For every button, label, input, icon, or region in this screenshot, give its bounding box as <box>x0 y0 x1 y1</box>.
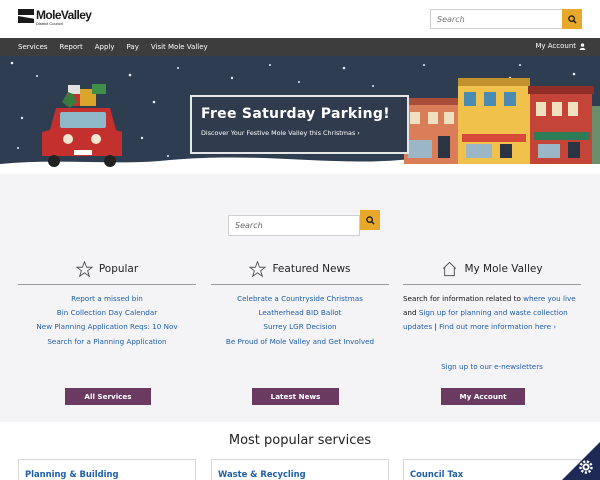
house-icon <box>443 261 457 277</box>
news-link[interactable]: Celebrate a Countryside Christmas <box>211 292 389 306</box>
header-search <box>430 9 582 29</box>
featured-news-title: Featured News <box>272 263 351 275</box>
nav-pay[interactable]: Pay <box>127 43 139 51</box>
news-link[interactable]: Leatherhead BID Ballot <box>211 306 389 320</box>
popular-title: Popular <box>98 263 139 275</box>
service-card-planning[interactable]: Planning & Building <box>18 459 196 480</box>
logo-name: MoleValley <box>36 8 92 22</box>
header-search-button[interactable] <box>562 9 582 29</box>
nav-apply[interactable]: Apply <box>95 43 115 51</box>
newsletter-signup-link[interactable]: Sign up to our e-newsletters <box>403 362 581 371</box>
star-icon <box>249 261 267 277</box>
my-mole-valley-section: My Mole Valley Search for information re… <box>403 258 581 335</box>
info-text: and <box>403 308 419 318</box>
nav-report[interactable]: Report <box>60 43 83 51</box>
most-popular-title: Most popular services <box>228 433 372 448</box>
popular-link[interactable]: Bin Collection Day Calendar <box>18 306 196 320</box>
featured-news-heading: Featured News <box>211 258 389 280</box>
my-account-button[interactable]: My Account <box>441 388 525 405</box>
logo-mark-icon <box>18 9 34 23</box>
popular-link[interactable]: Report a missed bin <box>18 292 196 306</box>
search-icon <box>567 14 577 24</box>
my-mole-valley-text: Search for information related to where … <box>403 292 581 335</box>
latest-news-button[interactable]: Latest News <box>252 388 339 405</box>
search-icon <box>365 215 375 225</box>
news-link[interactable]: Be Proud of Mole Valley and Get Involved <box>211 335 389 349</box>
divider <box>211 284 389 285</box>
nav-account-label: My Account <box>535 42 576 50</box>
cookie-settings-button[interactable] <box>562 442 600 480</box>
where-you-live-link[interactable]: where you live <box>523 294 576 303</box>
info-text: Search for information related to <box>403 294 524 303</box>
site-logo[interactable]: MoleValley District Council <box>18 8 92 26</box>
promo-link[interactable]: Discover Your Festive Mole Valley this C… <box>201 129 398 137</box>
featured-news-links: Celebrate a Countryside Christmas Leathe… <box>211 292 389 349</box>
star-icon <box>75 261 93 277</box>
promo-box[interactable]: Free Saturday Parking! Discover Your Fes… <box>190 95 409 154</box>
featured-news-section: Featured News Celebrate a Countryside Ch… <box>211 258 389 349</box>
shopfronts-illustration <box>398 78 600 164</box>
car-illustration <box>42 84 122 167</box>
user-icon <box>579 42 586 50</box>
popular-heading: Popular <box>18 258 196 280</box>
nav-services[interactable]: Services <box>18 43 48 51</box>
popular-links: Report a missed bin Bin Collection Day C… <box>18 292 196 349</box>
service-card-council-tax[interactable]: Council Tax <box>403 459 581 480</box>
news-link[interactable]: Surrey LGR Decision <box>211 320 389 334</box>
all-services-button[interactable]: All Services <box>65 388 151 405</box>
header-search-input[interactable] <box>430 9 562 29</box>
main-search <box>228 210 380 236</box>
nav-my-account[interactable]: My Account <box>535 42 586 50</box>
most-popular-services: Most popular services Planning & Buildin… <box>0 422 600 480</box>
divider <box>18 284 196 285</box>
popular-section: Popular Report a missed bin Bin Collecti… <box>18 258 196 349</box>
logo-subtitle: District Council <box>36 21 63 26</box>
site-header: MoleValley District Council <box>0 0 600 38</box>
popular-link[interactable]: New Planning Application Reqs: 10 Nov <box>18 320 196 334</box>
popular-link[interactable]: Search for a Planning Application <box>18 335 196 349</box>
divider <box>403 284 581 285</box>
main-nav: Services Report Apply Pay Visit Mole Val… <box>0 38 600 56</box>
promo-title: Free Saturday Parking! <box>201 106 390 122</box>
find-out-more-link[interactable]: Find out more information here › <box>439 322 556 331</box>
service-card-waste[interactable]: Waste & Recycling <box>211 459 389 480</box>
main-search-input[interactable] <box>228 215 360 236</box>
nav-visit-mole-valley[interactable]: Visit Mole Valley <box>151 43 208 51</box>
my-mole-valley-title: My Mole Valley <box>464 263 543 275</box>
main-search-button[interactable] <box>360 210 380 230</box>
my-mole-valley-heading: My Mole Valley <box>403 258 581 280</box>
